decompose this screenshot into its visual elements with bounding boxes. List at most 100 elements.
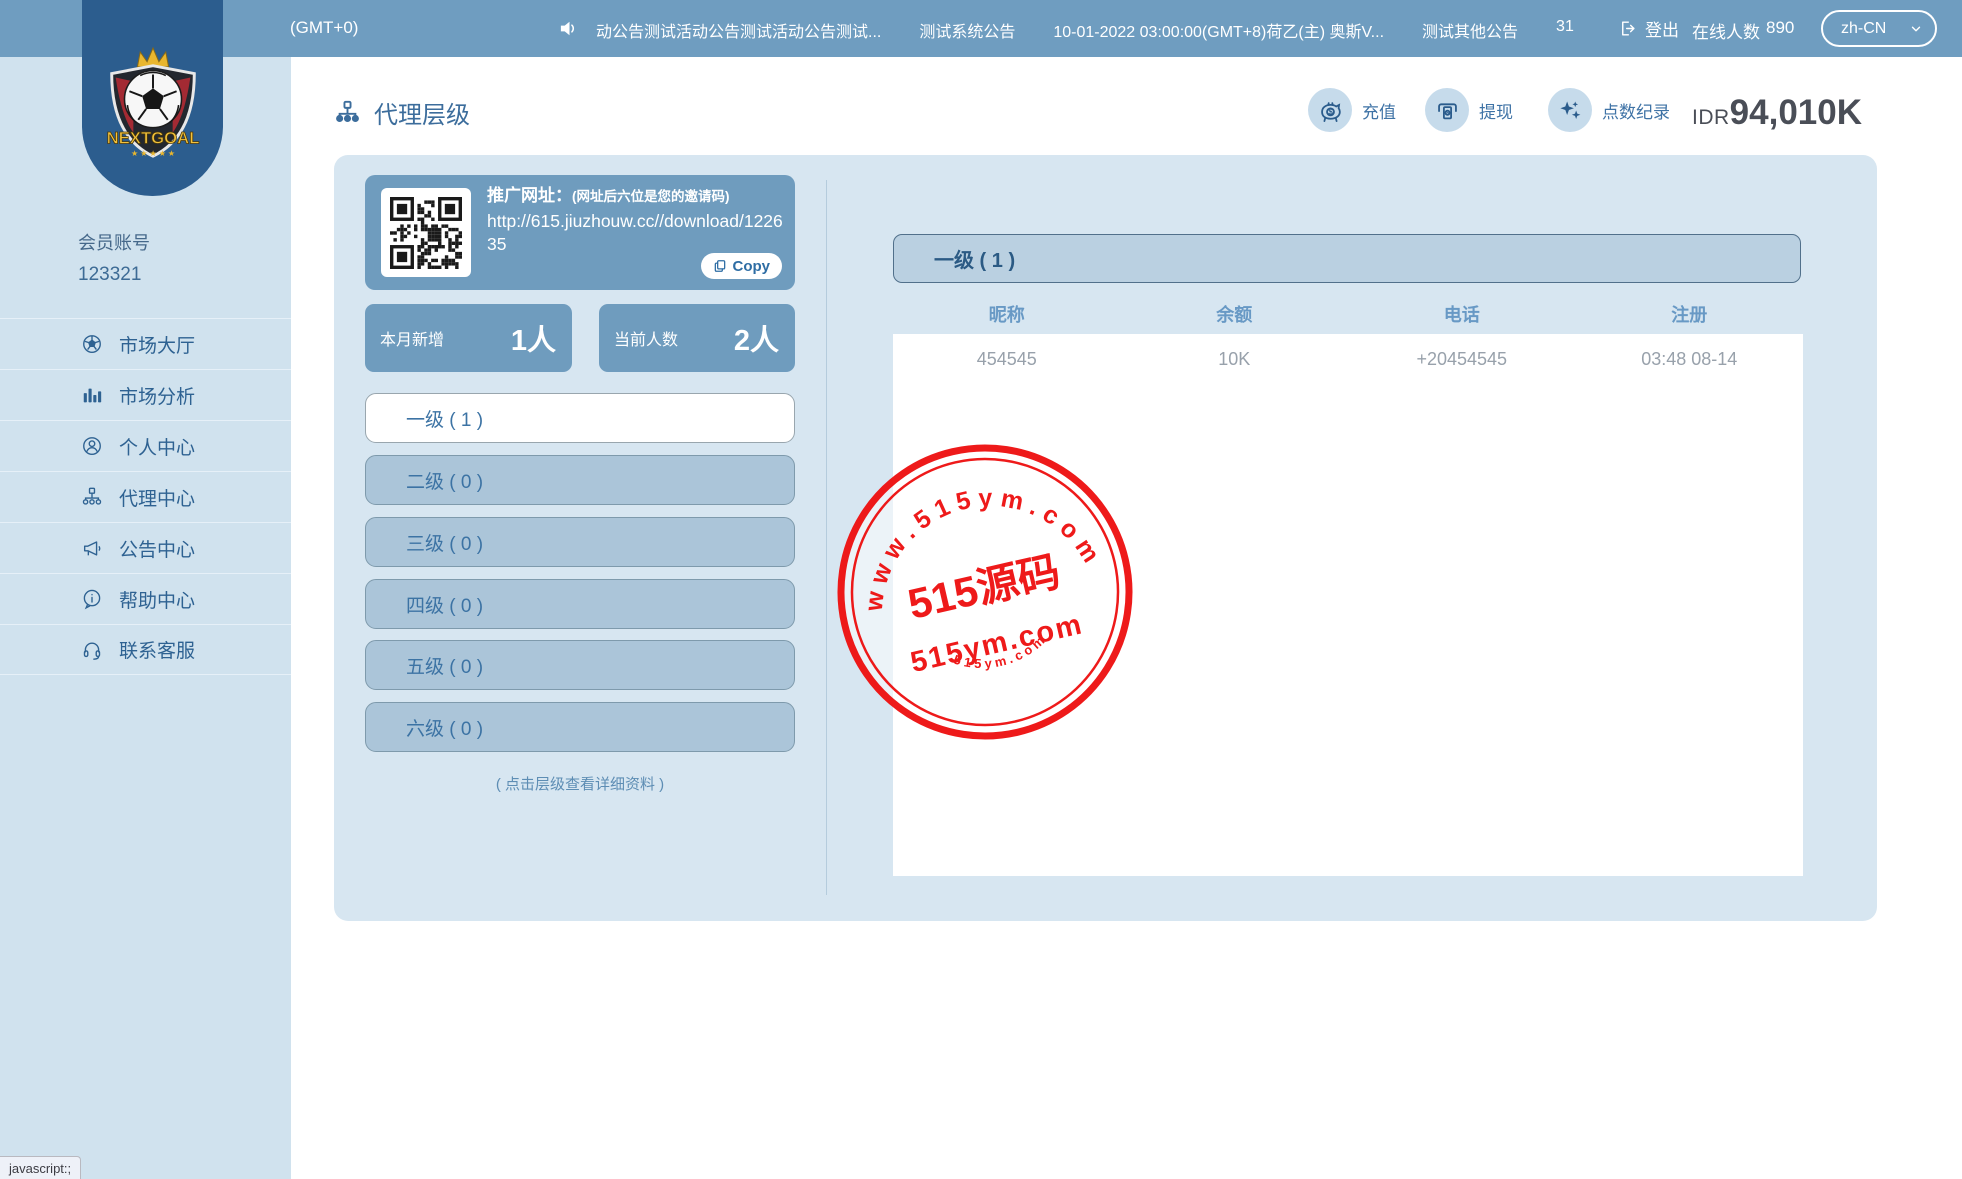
top-bar: (GMT+0) 动公告测试活动公告测试活动公告测试... 测试系统公告 10-0… <box>0 0 1962 57</box>
column-header-phone: 电话 <box>1443 305 1480 325</box>
table-body: 454545 10K +20454545 03:48 08-14 <box>893 334 1803 876</box>
deposit-button[interactable]: $ 充值 <box>1308 88 1396 132</box>
promo-title: 推广网址： <box>487 186 572 205</box>
account-info: 会员账号 123321 <box>78 229 150 286</box>
deposit-label: 充值 <box>1362 102 1396 122</box>
vertical-divider <box>826 180 827 895</box>
stat-new-this-month: 本月新增 1人 <box>365 304 572 372</box>
level-button-6[interactable]: 六级 ( 0 ) <box>365 702 795 752</box>
language-select[interactable]: zh-CN <box>1821 10 1937 47</box>
soccer-ball-icon <box>80 333 104 355</box>
sidebar-item-agent-center[interactable]: 代理中心 <box>0 471 291 522</box>
online-users-label: 在线人数 <box>1692 23 1760 42</box>
announcement-ticker[interactable]: 动公告测试活动公告测试活动公告测试... 测试系统公告 10-01-2022 0… <box>596 18 1576 42</box>
sidebar-item-label: 个人中心 <box>119 437 196 459</box>
stat-label: 本月新增 <box>380 332 445 349</box>
sidebar-item-market-hall[interactable]: 市场大厅 <box>0 318 291 369</box>
browser-status-tooltip: javascript:; <box>0 1156 82 1179</box>
level-button-4[interactable]: 四级 ( 0 ) <box>365 579 795 629</box>
promo-text: 推广网址：(网址后六位是您的邀请码) http://615.jiuzhouw.c… <box>487 184 783 256</box>
megaphone-icon <box>80 537 104 559</box>
ticker-item: 31 <box>1556 18 1574 35</box>
promo-url: http://615.jiuzhouw.cc//download/122635 <box>487 211 783 254</box>
sitemap-icon <box>80 486 104 508</box>
copy-button[interactable]: Copy <box>700 253 782 279</box>
sidebar-item-market-analysis[interactable]: 市场分析 <box>0 369 291 420</box>
balance-display: IDR 94,010K <box>1692 93 1862 133</box>
sparkles-icon <box>1548 88 1592 132</box>
svg-text:$: $ <box>1446 110 1449 116</box>
page-title-text: 代理层级 <box>374 102 470 129</box>
logout-icon <box>1618 19 1637 38</box>
atm-withdraw-icon: $ <box>1425 88 1469 132</box>
sitemap-icon <box>334 99 361 126</box>
stat-value: 2人 <box>733 325 779 357</box>
level-button-3[interactable]: 三级 ( 0 ) <box>365 517 795 567</box>
table-header-row: 昵称 余额 电话 注册 <box>893 301 1803 327</box>
status-text: javascript:; <box>9 1160 72 1176</box>
svg-text:NEXTGOAL: NEXTGOAL <box>106 128 199 147</box>
user-icon <box>80 435 104 457</box>
column-header-nickname: 昵称 <box>988 305 1025 325</box>
balance-currency: IDR <box>1692 106 1730 129</box>
column-header-registered: 注册 <box>1671 305 1708 325</box>
promo-card: 推广网址：(网址后六位是您的邀请码) http://615.jiuzhouw.c… <box>365 175 795 290</box>
headset-icon <box>80 639 104 661</box>
table-title-bar: 一级 ( 1 ) <box>893 234 1801 283</box>
online-users: 在线人数 890 <box>1692 18 1794 43</box>
sidebar-item-help-center[interactable]: 帮助中心 <box>0 573 291 624</box>
cell-registered: 03:48 08-14 <box>1641 348 1738 369</box>
speaker-icon <box>558 17 581 40</box>
points-record-button[interactable]: 点数纪录 <box>1548 88 1670 132</box>
ticker-item: 测试系统公告 <box>919 24 1016 41</box>
sidebar: 会员账号 123321 市场大厅 市场分析 个人中心 代理中心 公告中心 帮助中… <box>0 57 291 1179</box>
qr-code <box>381 188 471 277</box>
sidebar-item-label: 市场分析 <box>119 386 196 408</box>
nextgoal-crest-icon: NEXTGOAL ★ ★ ★ ★ ★ <box>106 46 199 158</box>
sidebar-item-label: 联系客服 <box>119 641 196 662</box>
sidebar-item-label: 市场大厅 <box>119 335 196 357</box>
points-record-label: 点数纪录 <box>1602 102 1670 122</box>
withdraw-label: 提现 <box>1479 102 1513 122</box>
level-button-2[interactable]: 二级 ( 0 ) <box>365 455 795 505</box>
sidebar-item-label: 公告中心 <box>119 539 196 561</box>
column-header-balance: 余额 <box>1216 305 1253 325</box>
copy-icon <box>713 259 727 273</box>
svg-text:$: $ <box>1328 107 1333 116</box>
ticker-item: 测试其他公告 <box>1422 24 1519 41</box>
promo-hint: (网址后六位是您的邀请码) <box>572 189 730 204</box>
sidebar-item-announcement-center[interactable]: 公告中心 <box>0 522 291 573</box>
logout-button[interactable]: 登出 <box>1618 16 1679 41</box>
withdraw-button[interactable]: $ 提现 <box>1425 88 1513 132</box>
bar-chart-icon <box>80 384 104 406</box>
cell-nickname: 454545 <box>976 348 1037 369</box>
account-label: 会员账号 <box>78 233 150 253</box>
stat-current-count: 当前人数 2人 <box>599 304 795 372</box>
timezone-label: (GMT+0) <box>290 18 359 37</box>
level-button-1[interactable]: 一级 ( 1 ) <box>365 393 795 443</box>
sidebar-item-label: 代理中心 <box>119 488 196 510</box>
account-id: 123321 <box>78 264 142 285</box>
copy-label: Copy <box>732 257 771 275</box>
logout-label: 登出 <box>1645 21 1679 40</box>
stat-value: 1人 <box>510 325 556 357</box>
table-row[interactable]: 454545 10K +20454545 03:48 08-14 <box>893 334 1803 384</box>
cell-balance: 10K <box>1218 348 1251 369</box>
page-title: 代理层级 <box>334 95 470 130</box>
online-users-count: 890 <box>1766 18 1795 37</box>
balance-amount: 94,010K <box>1729 93 1862 132</box>
ticker-item: 动公告测试活动公告测试活动公告测试... <box>596 24 882 41</box>
language-value: zh-CN <box>1841 19 1887 37</box>
svg-text:★ ★ ★ ★ ★: ★ ★ ★ ★ ★ <box>131 149 175 158</box>
sidebar-item-label: 帮助中心 <box>119 590 196 612</box>
info-icon <box>80 588 104 610</box>
sidebar-item-contact-support[interactable]: 联系客服 <box>0 624 291 675</box>
stat-label: 当前人数 <box>614 332 679 349</box>
agent-level-panel: 推广网址：(网址后六位是您的邀请码) http://615.jiuzhouw.c… <box>334 155 1877 921</box>
piggy-bank-icon: $ <box>1308 88 1352 132</box>
sidebar-item-personal-center[interactable]: 个人中心 <box>0 420 291 471</box>
levels-hint: ( 点击层级查看详细资料 ) <box>495 776 665 793</box>
level-button-5[interactable]: 五级 ( 0 ) <box>365 640 795 690</box>
sidebar-menu: 市场大厅 市场分析 个人中心 代理中心 公告中心 帮助中心 联系客服 <box>0 318 291 675</box>
brand-logo[interactable]: NEXTGOAL ★ ★ ★ ★ ★ <box>82 0 223 196</box>
